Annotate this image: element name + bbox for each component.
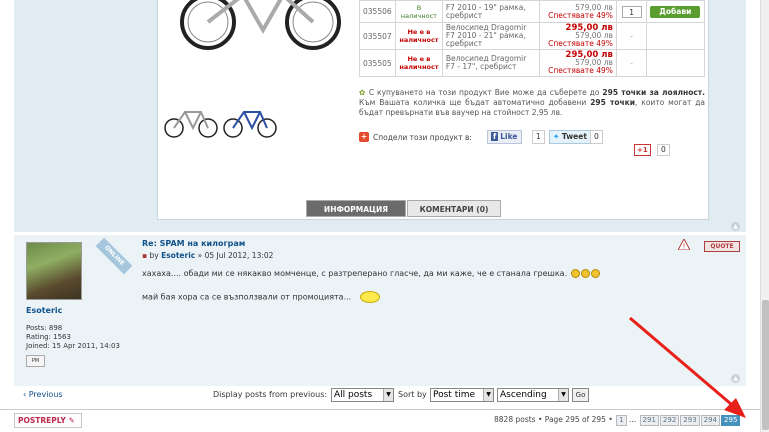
tweet-count: 0: [590, 130, 603, 144]
pagination-summary: 8828 posts • Page 295 of 295 •: [494, 415, 613, 424]
quantity-cell: -: [615, 22, 648, 50]
product-code: 035505: [358, 49, 397, 77]
product-code: 035507: [358, 22, 397, 50]
post-meta: ▪ by Esoteric » 05 Jul 2012, 13:02: [142, 251, 274, 260]
online-badge: ONLINE: [95, 237, 133, 275]
facebook-like-button[interactable]: f Like: [487, 130, 522, 144]
availability: Не е в наличност: [395, 49, 443, 77]
post-title[interactable]: Re: SPAM на килограм: [142, 239, 732, 248]
chevron-down-icon: ▼: [483, 389, 493, 401]
product-code: 035506: [358, 0, 397, 23]
bike-thumbnails[interactable]: [163, 100, 283, 140]
share-plus-icon: +: [359, 132, 369, 142]
google-plus-one-button[interactable]: +1: [634, 144, 651, 156]
post-icon: ▪: [142, 251, 148, 260]
tab-comments[interactable]: КОМЕНТАРИ (0): [407, 200, 501, 217]
svg-text:!: !: [683, 243, 686, 251]
quantity-cell: 1: [615, 0, 648, 23]
chevron-down-icon: ▼: [383, 389, 393, 401]
product-price: 295,00 лв 579,00 лв Спестявате 49%: [538, 49, 617, 77]
table-row: 035505 Не е в наличност Велосипед Dragom…: [358, 49, 705, 77]
report-icon[interactable]: !: [678, 239, 690, 250]
share-bar: + Сподели този продукт в: f Like 1 ✦ Twee…: [359, 130, 705, 160]
product-name: F7 2010 - 19" рамка, сребрист: [441, 0, 540, 23]
laugh-smiley-icon: [590, 269, 600, 278]
table-row: 035506 В наличност F7 2010 - 19" рамка, с…: [358, 0, 705, 23]
product-name: Велосипед Dragomir F7 2010 - 21" рамка, с…: [441, 22, 540, 50]
profile-stats: Posts: 898 Rating: 1563 Joined: 15 Apr 2…: [26, 324, 120, 350]
quantity-input[interactable]: 1: [621, 5, 642, 18]
quantity-cell: -: [615, 49, 648, 77]
bike-image: [180, 0, 341, 50]
previous-page-link[interactable]: ‹ Previous: [23, 390, 63, 399]
pencil-icon: ✎: [68, 416, 75, 425]
loyalty-info: ✿ С купуването на този продукт Вие може …: [359, 88, 706, 117]
add-to-cart-button[interactable]: Добави: [650, 5, 701, 18]
action-cell: Добави: [646, 0, 705, 23]
scrollbar[interactable]: [760, 0, 769, 432]
product-price: 579,00 лв Спестявате 49%: [538, 0, 617, 23]
action-cell: [646, 49, 705, 77]
annotation-arrow-icon: [629, 316, 746, 418]
tab-info[interactable]: ИНФОРМАЦИЯ: [306, 200, 406, 217]
quote-button[interactable]: QUOTE: [704, 241, 740, 252]
product-name: Велосипед Dragomir F7 - 17", сребрист: [441, 49, 540, 77]
display-label: Display posts from previous:: [213, 390, 328, 399]
facebook-icon: f: [491, 132, 499, 141]
post-content: хахаха.... обади ми се някакво момченце,…: [142, 269, 732, 303]
availability: Не е в наличност: [395, 22, 443, 50]
post-reply-button[interactable]: POSTREPLY ✎: [14, 413, 82, 428]
chevron-down-icon: ▼: [558, 389, 568, 401]
display-posts-select[interactable]: All posts ▼: [331, 388, 394, 402]
previous-post: 035506 В наличност F7 2010 - 19" рамка, с…: [14, 0, 746, 232]
back-to-top-icon[interactable]: ▲: [731, 222, 740, 231]
availability: В наличност: [395, 0, 443, 23]
post-author[interactable]: Esoteric: [161, 251, 195, 260]
go-button[interactable]: Go: [572, 388, 589, 402]
post-body: Re: SPAM на килограм ▪ by Esoteric » 05 …: [142, 239, 732, 315]
embedded-product-page: 035506 В наличност F7 2010 - 19" рамка, с…: [157, 0, 709, 220]
product-variants-table: 035506 В наличност F7 2010 - 19" рамка, с…: [358, 0, 705, 77]
facebook-count: 1: [532, 130, 545, 144]
avatar: [26, 242, 82, 300]
profile-username[interactable]: Esoteric: [26, 306, 62, 315]
share-label: Сподели този продукт в:: [373, 133, 472, 142]
loyalty-icon: ✿: [359, 88, 366, 97]
laugh-smiley-icon: [570, 269, 580, 278]
scrollbar-thumb[interactable]: [762, 300, 769, 430]
sort-by-select[interactable]: Post time ▼: [430, 388, 494, 402]
sort-label: Sort by: [398, 390, 427, 399]
action-cell: [646, 22, 705, 50]
post-profile: ONLINE Esoteric Posts: 898 Rating: 1563 …: [24, 237, 133, 378]
product-price: 295,00 лв 579,00 лв Спестявате 49%: [538, 22, 617, 50]
dancing-smiley-icon: [359, 291, 380, 303]
google-plus-count: 0: [657, 144, 670, 156]
pm-button[interactable]: PM: [26, 355, 45, 367]
tweet-button[interactable]: ✦ Tweet: [549, 130, 591, 144]
sort-order-select[interactable]: Ascending ▼: [497, 388, 569, 402]
laugh-smiley-icon: [580, 269, 590, 278]
table-row: 035507 Не е в наличност Велосипед Dragom…: [358, 22, 705, 50]
twitter-icon: ✦: [553, 132, 560, 141]
post-date: » 05 Jul 2012, 13:02: [197, 251, 274, 260]
